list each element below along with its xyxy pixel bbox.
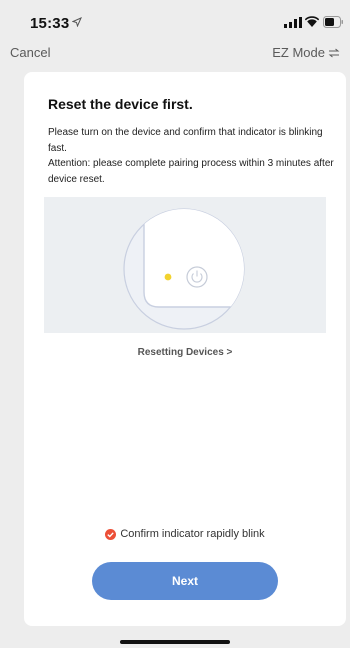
page-title: Reset the device first. — [48, 96, 193, 112]
signal-icon — [284, 17, 302, 28]
instructions: Please turn on the device and confirm th… — [48, 125, 338, 187]
confirm-label: Confirm indicator rapidly blink — [120, 528, 265, 540]
instruction-text: Please turn on the device and confirm th… — [48, 127, 323, 154]
device-illustration — [44, 197, 326, 333]
swap-icon — [328, 48, 340, 57]
checkmark-icon — [105, 528, 117, 540]
home-indicator — [120, 640, 230, 644]
attention-text: Attention: please complete pairing proce… — [48, 158, 334, 185]
screen: 15:33 Cancel EZ Mode Reset the device fi… — [0, 0, 350, 648]
ez-mode-button[interactable]: EZ Mode — [272, 45, 340, 60]
cancel-button[interactable]: Cancel — [10, 45, 50, 60]
status-bar: 15:33 — [0, 0, 350, 40]
ez-mode-label: EZ Mode — [272, 45, 325, 60]
wifi-icon — [305, 16, 319, 27]
reset-card: Reset the device first. Please turn on t… — [24, 72, 346, 626]
resetting-devices-link[interactable]: Resetting Devices > — [24, 347, 346, 358]
next-button[interactable]: Next — [92, 562, 278, 600]
indicator-led — [164, 273, 172, 281]
battery-icon — [323, 16, 343, 28]
status-time: 15:33 — [30, 15, 70, 32]
confirm-checkbox[interactable]: Confirm indicator rapidly blink — [24, 528, 346, 540]
location-arrow-icon — [72, 17, 82, 27]
